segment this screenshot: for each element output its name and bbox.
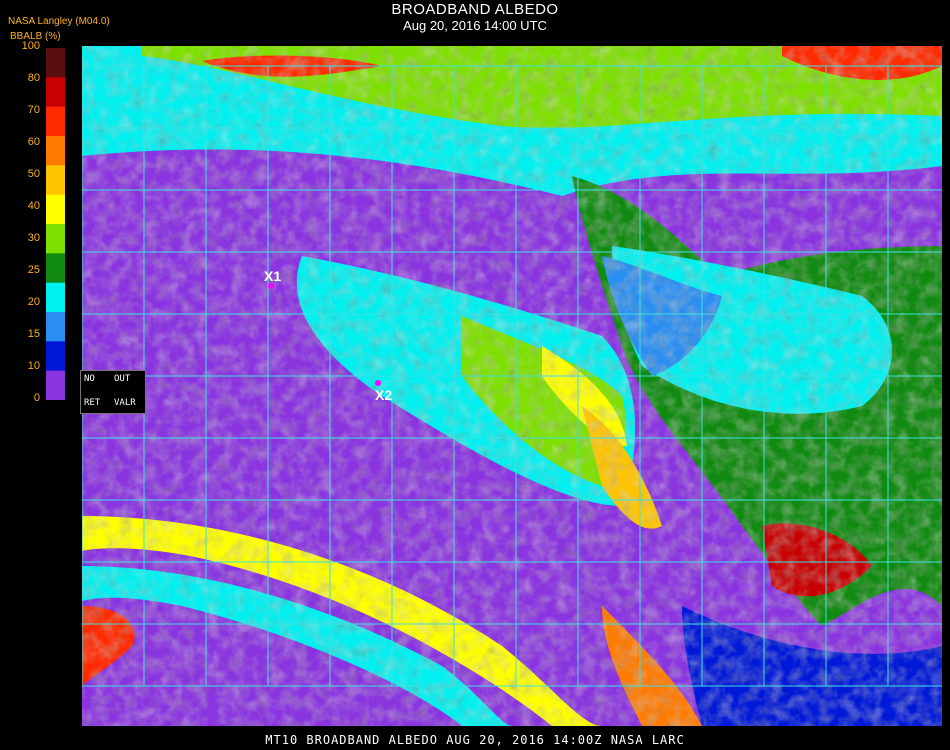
colorbar-tick-label: 60 [27, 136, 40, 148]
colorbar-swatch [46, 370, 65, 400]
colorbar-tick-label: 70 [27, 104, 40, 116]
colorbar-swatch [46, 282, 65, 313]
marker-x1: X1 [264, 268, 282, 284]
colorbar-swatch [46, 136, 65, 166]
colorbar-swatch [46, 312, 65, 342]
legend-no: NO [84, 374, 95, 384]
status-legend-box: NO OUT RET VALR [80, 370, 146, 414]
legend-ret: RET [84, 398, 101, 408]
colorbar-swatch [46, 224, 65, 254]
colorbar-swatch [46, 194, 65, 225]
albedo-map [82, 46, 942, 726]
colorbar [46, 48, 65, 400]
colorbar-swatch [46, 48, 65, 78]
colorbar-swatch [46, 341, 65, 372]
colorbar-tick-label: 50 [27, 168, 40, 180]
colorbar-swatch [46, 106, 65, 137]
colorbar-tick-label: 25 [27, 264, 40, 276]
marker-x2-dot [375, 380, 381, 386]
colorbar-swatch [46, 77, 65, 108]
colorbar-swatch [46, 253, 65, 284]
colorbar-tick-label: 0 [33, 392, 40, 404]
colorbar-tick-label: 100 [21, 40, 40, 52]
map-title: BROADBAND ALBEDO [391, 1, 559, 18]
marker-x2: X2 [375, 387, 393, 403]
colorbar-tick-label: 15 [27, 328, 40, 340]
org-label: NASA Langley (M04.0) [8, 16, 110, 27]
map-timestamp: Aug 20, 2016 14:00 UTC [403, 18, 547, 33]
colorbar-tick-label: 20 [27, 296, 40, 308]
colorbar-tick-label: 80 [27, 72, 40, 84]
legend-out: OUT [114, 374, 131, 384]
footer-caption: MT10 BROADBAND ALBEDO AUG 20, 2016 14:00… [265, 733, 685, 747]
colorbar-tick-label: 40 [27, 200, 40, 212]
colorbar-tick-label: 30 [27, 232, 40, 244]
colorbar-tick-label: 10 [27, 360, 40, 372]
legend-valr: VALR [114, 398, 136, 408]
colorbar-swatch [46, 165, 65, 196]
